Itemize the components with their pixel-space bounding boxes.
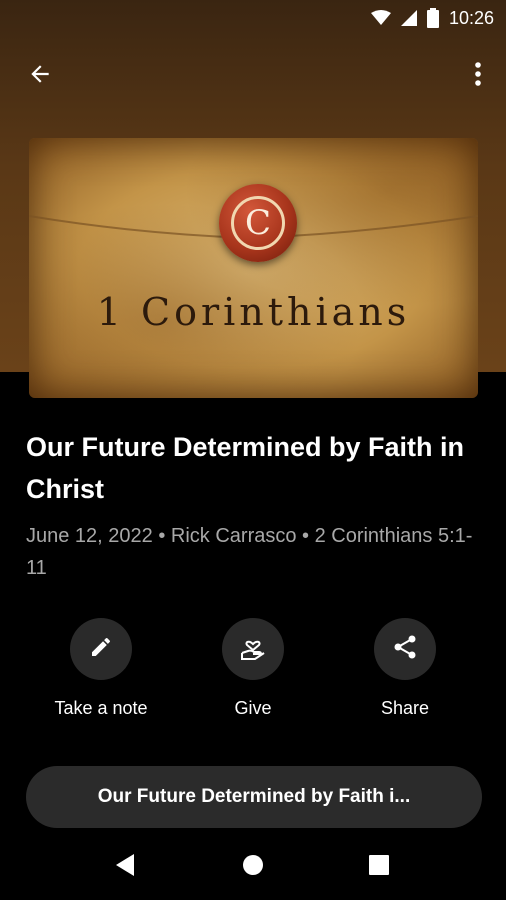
arrow-back-icon (27, 61, 53, 92)
sermon-meta: June 12, 2022 • Rick Carrasco • 2 Corint… (26, 525, 473, 579)
wax-seal: C (219, 184, 297, 262)
battery-icon (426, 8, 439, 28)
nav-home-icon (242, 854, 264, 881)
share-button[interactable]: Share (330, 618, 480, 719)
nav-back-button[interactable] (108, 850, 142, 884)
cell-signal-icon (400, 10, 417, 26)
action-row: Take a note Give Share (0, 618, 506, 728)
top-bar (0, 48, 506, 100)
status-time: 10:26 (448, 7, 494, 28)
seal-letter: C (231, 196, 285, 250)
wifi-icon (370, 10, 391, 26)
status-bar: 10:26 (0, 0, 506, 36)
share-circle[interactable] (374, 618, 436, 680)
nav-recents-icon (369, 854, 389, 880)
now-playing-title: Our Future Determined by Faith i... (97, 786, 411, 807)
parchment-fold (29, 215, 478, 240)
take-note-button[interactable]: Take a note (26, 618, 176, 719)
system-nav-bar (0, 832, 506, 900)
artwork-title: 1 Corinthians (96, 290, 411, 334)
more-vert-icon (474, 61, 482, 92)
nav-back-icon (114, 853, 136, 882)
now-playing-bar[interactable]: Our Future Determined by Faith i... (26, 766, 482, 828)
give-label: Give (234, 698, 272, 718)
take-note-circle[interactable] (70, 618, 132, 680)
share-icon (392, 634, 418, 665)
more-options-button[interactable] (466, 58, 490, 94)
back-button[interactable] (22, 58, 58, 94)
heart-hand-icon (239, 633, 267, 666)
give-button[interactable]: Give (178, 618, 328, 719)
nav-recents-button[interactable] (362, 850, 396, 884)
pencil-icon (89, 635, 113, 664)
take-note-label: Take a note (54, 698, 148, 718)
sermon-title: Our Future Determined by Faith in Christ (26, 432, 465, 504)
series-artwork: C 1 Corinthians (29, 138, 478, 398)
nav-home-button[interactable] (236, 850, 270, 884)
share-label: Share (380, 698, 430, 718)
give-circle[interactable] (222, 618, 284, 680)
